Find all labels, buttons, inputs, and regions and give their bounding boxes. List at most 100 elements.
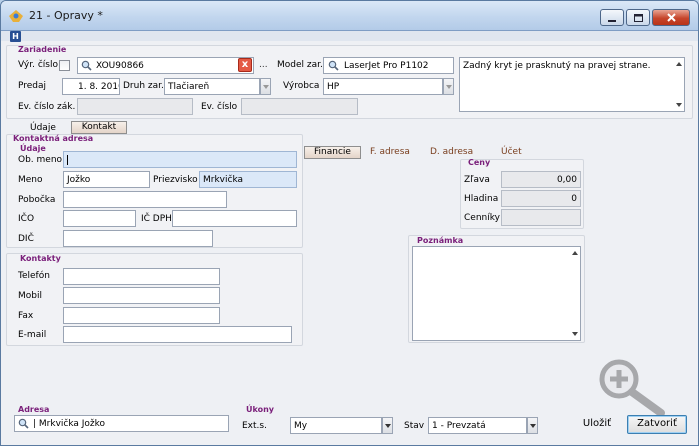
stav-dropdown-icon[interactable] — [527, 417, 538, 434]
hladina-label: Hladina — [464, 194, 499, 204]
maximize-icon — [633, 13, 643, 22]
icdph-label: IČ DPH — [141, 214, 172, 224]
email-label: E-mail — [18, 330, 47, 340]
fax-field[interactable] — [63, 307, 220, 324]
note-scroll-up-icon[interactable] — [676, 62, 682, 66]
cenniky-label: Cenníky — [464, 213, 500, 223]
minimize-icon — [608, 19, 616, 22]
close-button[interactable] — [652, 9, 690, 26]
ev-cislo-zak-label: Ev. číslo zák. — [18, 102, 76, 112]
druh-value: Tlačiareň — [168, 82, 210, 92]
vyr-cislo-value: XOU90866 — [96, 61, 144, 71]
app-icon — [9, 10, 23, 22]
fax-label: Fax — [18, 311, 34, 321]
vyr-cislo-checkbox[interactable] — [59, 60, 70, 71]
close-icon — [666, 13, 676, 22]
poznamka-scroll-up-icon[interactable] — [572, 251, 578, 255]
adresa-section-label: Adresa — [18, 405, 50, 414]
ob-meno-field[interactable] — [63, 151, 297, 168]
dic-label: DIČ — [18, 234, 34, 244]
adresa-search-icon[interactable] — [18, 418, 29, 429]
model-value: LaserJet Pro P1102 — [344, 61, 429, 71]
poznamka-scroll-down-icon[interactable] — [572, 332, 578, 336]
window: 21 - Opravy * H Zariadenie Výr. číslo XO… — [0, 0, 699, 446]
vyrobca-field[interactable]: HP — [323, 78, 443, 95]
pobocka-label: Pobočka — [18, 195, 56, 205]
tab-udaje[interactable]: Údaje — [30, 123, 56, 133]
mobil-field[interactable] — [63, 287, 220, 304]
ico-field[interactable] — [63, 210, 136, 227]
email-field[interactable] — [63, 326, 292, 343]
tab-financie[interactable]: Financie — [304, 146, 361, 159]
note-scroll-down-icon[interactable] — [676, 103, 682, 107]
tab-ucet[interactable]: Účet — [501, 147, 522, 157]
meno-label: Meno — [18, 175, 43, 185]
predaj-label: Predaj — [18, 81, 47, 91]
ext-dropdown-icon[interactable] — [382, 417, 393, 434]
ev-cislo-label: Ev. číslo — [201, 102, 238, 112]
ob-meno-label: Ob. meno — [18, 155, 63, 165]
pobocka-field[interactable] — [63, 191, 227, 208]
note-textarea[interactable]: Zadný kryt je prasknutý na pravej strane… — [459, 57, 685, 112]
zatvorit-button[interactable]: Zatvoriť — [627, 415, 687, 434]
model-label: Model zar. — [277, 60, 323, 70]
zlava-field[interactable]: 0,00 — [501, 171, 581, 188]
udaje-section-label: Údaje — [20, 144, 46, 153]
zlava-label: Zľava — [464, 175, 490, 185]
dic-field[interactable] — [63, 230, 213, 247]
adresa-value: | Mrkvička Jožko — [33, 419, 106, 429]
ext-value: My — [294, 421, 308, 431]
zlava-value: 0,00 — [556, 175, 577, 185]
telefon-field[interactable] — [63, 268, 220, 285]
druh-field[interactable]: Tlačiareň — [164, 78, 260, 95]
more-dots[interactable]: ... — [259, 60, 268, 70]
ev-cislo-field[interactable] — [241, 98, 358, 115]
predaj-field[interactable]: 1. 8. 2010 — [62, 78, 120, 95]
vyr-cislo-field[interactable]: XOU90866 — [77, 57, 254, 74]
zoom-in-icon[interactable] — [597, 357, 669, 419]
mobil-label: Mobil — [18, 291, 42, 301]
hladina-field[interactable]: 0 — [501, 190, 581, 207]
toolstrip — [1, 31, 698, 41]
kontaktna-adresa-section-label: Kontaktná adresa — [13, 134, 94, 143]
h-badge[interactable]: H — [10, 31, 21, 42]
vyrobca-value: HP — [327, 82, 340, 92]
priezvisko-value: Mrkvička — [203, 175, 244, 185]
adresa-field[interactable]: | Mrkvička Jožko — [14, 415, 229, 432]
kontakty-section-label: Kontakty — [20, 254, 61, 263]
telefon-label: Telefón — [18, 271, 50, 281]
tab-d-adresa[interactable]: D. adresa — [430, 147, 473, 157]
druh-dropdown-icon[interactable] — [260, 78, 271, 95]
stav-value: 1 - Prevzatá — [432, 421, 486, 431]
meno-field[interactable]: Jožko — [63, 171, 150, 188]
maximize-button[interactable] — [626, 9, 650, 26]
meno-value: Jožko — [67, 175, 91, 185]
zariadenie-section-label: Zariadenie — [18, 45, 67, 54]
priezvisko-label: Priezvisko — [153, 175, 198, 185]
clear-icon[interactable]: x — [238, 58, 252, 72]
icdph-field[interactable] — [172, 210, 297, 227]
cenniky-field[interactable] — [501, 209, 581, 226]
ev-cislo-zak-field[interactable] — [77, 98, 193, 115]
ulozit-button[interactable]: Uložiť — [579, 415, 615, 434]
tab-f-adresa[interactable]: F. adresa — [370, 147, 410, 157]
predaj-value: 1. 8. 2010 — [78, 82, 120, 92]
stav-field[interactable]: 1 - Prevzatá — [428, 417, 527, 434]
ceny-section-label: Ceny — [468, 158, 491, 167]
ico-label: IČO — [18, 214, 35, 224]
vyrobca-label: Výrobca — [283, 81, 320, 91]
priezvisko-field[interactable]: Mrkvička — [199, 171, 297, 188]
poznamka-textarea[interactable] — [412, 246, 581, 341]
poznamka-section-label: Poznámka — [417, 236, 464, 245]
model-field[interactable]: LaserJet Pro P1102 — [323, 57, 454, 74]
ext-label: Ext.s. — [242, 421, 267, 431]
text-cursor — [67, 155, 68, 165]
model-search-icon[interactable] — [328, 60, 339, 71]
title-bar: 21 - Opravy * — [1, 1, 698, 31]
druh-label: Druh zar. — [123, 81, 164, 91]
search-icon[interactable] — [81, 60, 92, 71]
minimize-button[interactable] — [600, 9, 624, 26]
tab-kontakt[interactable]: Kontakt — [71, 121, 127, 134]
ext-field[interactable]: My — [290, 417, 382, 434]
vyrobca-dropdown-icon[interactable] — [443, 78, 454, 95]
